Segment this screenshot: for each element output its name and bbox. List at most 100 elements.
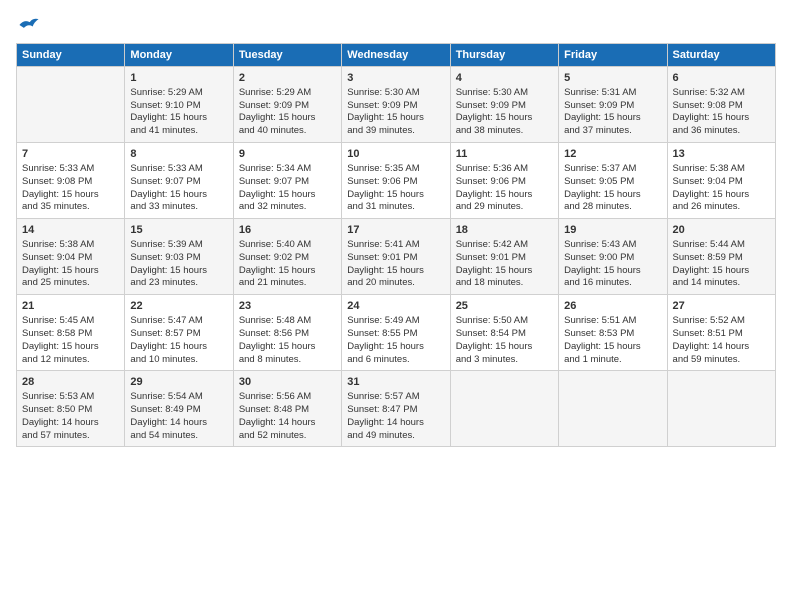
day-info-line: Sunrise: 5:49 AM — [347, 315, 444, 328]
day-number: 5 — [564, 71, 661, 86]
calendar-cell: 29Sunrise: 5:54 AMSunset: 8:49 PMDayligh… — [125, 371, 233, 447]
day-info-line: Sunrise: 5:56 AM — [239, 391, 336, 404]
day-info-line: Sunrise: 5:30 AM — [347, 87, 444, 100]
calendar-cell: 24Sunrise: 5:49 AMSunset: 8:55 PMDayligh… — [342, 295, 450, 371]
calendar-cell: 15Sunrise: 5:39 AMSunset: 9:03 PMDayligh… — [125, 219, 233, 295]
day-info-line: Sunset: 9:04 PM — [22, 252, 119, 265]
day-info-line: Daylight: 14 hours — [239, 417, 336, 430]
day-info-line: Sunrise: 5:36 AM — [456, 163, 553, 176]
day-info-line: and 59 minutes. — [673, 354, 770, 367]
day-number: 14 — [22, 223, 119, 238]
day-info-line: Sunrise: 5:52 AM — [673, 315, 770, 328]
day-info-line: Daylight: 14 hours — [22, 417, 119, 430]
day-info-line: Daylight: 15 hours — [673, 189, 770, 202]
day-number: 20 — [673, 223, 770, 238]
day-info-line: and 28 minutes. — [564, 201, 661, 214]
calendar-cell: 16Sunrise: 5:40 AMSunset: 9:02 PMDayligh… — [233, 219, 341, 295]
day-info-line: Sunrise: 5:32 AM — [673, 87, 770, 100]
day-info-line: Sunrise: 5:38 AM — [673, 163, 770, 176]
day-info-line: and 29 minutes. — [456, 201, 553, 214]
day-info-line: Sunrise: 5:33 AM — [22, 163, 119, 176]
day-info-line: and 41 minutes. — [130, 125, 227, 138]
calendar-week-row: 21Sunrise: 5:45 AMSunset: 8:58 PM Dayligh… — [17, 295, 776, 371]
day-info-line: and 8 minutes. — [239, 354, 336, 367]
day-number: 8 — [130, 147, 227, 162]
day-info-line: Daylight: 15 hours — [347, 265, 444, 278]
day-info-line: and 31 minutes. — [347, 201, 444, 214]
day-info-line: Daylight: 14 hours — [673, 341, 770, 354]
day-number: 4 — [456, 71, 553, 86]
weekday-header: Monday — [125, 44, 233, 67]
day-info-line: and 12 minutes. — [22, 354, 119, 367]
calendar-header-row: SundayMondayTuesdayWednesdayThursdayFrid… — [17, 44, 776, 67]
calendar-cell: 22Sunrise: 5:47 AMSunset: 8:57 PMDayligh… — [125, 295, 233, 371]
day-info-line: Sunset: 8:47 PM — [347, 404, 444, 417]
day-info-line: Sunrise: 5:37 AM — [564, 163, 661, 176]
day-info-line: and 23 minutes. — [130, 277, 227, 290]
day-number: 22 — [130, 299, 227, 314]
day-number: 30 — [239, 375, 336, 390]
day-number: 21 — [22, 299, 119, 314]
day-info-line: Daylight: 15 hours — [564, 189, 661, 202]
day-info-line: Sunrise: 5:45 AM — [22, 315, 119, 328]
day-info-line: Sunset: 9:01 PM — [347, 252, 444, 265]
day-info-line: Sunset: 9:09 PM — [456, 100, 553, 113]
day-info-line: Sunrise: 5:35 AM — [347, 163, 444, 176]
day-info-line: Sunset: 9:09 PM — [564, 100, 661, 113]
day-info-line: and 10 minutes. — [130, 354, 227, 367]
day-info-line: Sunrise: 5:53 AM — [22, 391, 119, 404]
day-info-line: Daylight: 14 hours — [347, 417, 444, 430]
day-number: 25 — [456, 299, 553, 314]
day-number: 24 — [347, 299, 444, 314]
day-info-line: Sunrise: 5:34 AM — [239, 163, 336, 176]
day-info-line: Daylight: 15 hours — [239, 341, 336, 354]
calendar-cell: 6Sunrise: 5:32 AMSunset: 9:08 PMDaylight… — [667, 67, 775, 143]
calendar-body: 1 Sunrise: 5:29 AM Sunset: 9:10 PM Daylight… — [17, 67, 776, 447]
calendar-cell — [559, 371, 667, 447]
day-info-line: Sunset: 8:59 PM — [673, 252, 770, 265]
day-info-line: Daylight: 15 hours — [22, 265, 119, 278]
day-info-line: Sunrise: 5:29 AM — [239, 87, 336, 100]
calendar-cell: 4Sunrise: 5:30 AMSunset: 9:09 PMDaylight… — [450, 67, 558, 143]
calendar-cell: 5Sunrise: 5:31 AMSunset: 9:09 PMDaylight… — [559, 67, 667, 143]
calendar-table: SundayMondayTuesdayWednesdayThursdayFrid… — [16, 43, 776, 447]
day-info-line: Sunrise: 5:33 AM — [130, 163, 227, 176]
weekday-header: Tuesday — [233, 44, 341, 67]
day-info-line: Sunset: 9:09 PM — [239, 100, 336, 113]
calendar-cell: 18Sunrise: 5:42 AMSunset: 9:01 PMDayligh… — [450, 219, 558, 295]
day-info-line: and 18 minutes. — [456, 277, 553, 290]
calendar-week-row: 28Sunrise: 5:53 AMSunset: 8:50 PMDayligh… — [17, 371, 776, 447]
day-number: 1 — [130, 71, 227, 86]
day-info-line: Sunrise: 5:30 AM — [456, 87, 553, 100]
day-info-line: and 37 minutes. — [564, 125, 661, 138]
day-info-line: and 57 minutes. — [22, 430, 119, 443]
day-info-line: and 1 minute. — [564, 354, 661, 367]
day-info-line: Sunset: 8:58 PM — [22, 328, 119, 341]
day-info-line: Sunset: 8:53 PM — [564, 328, 661, 341]
day-info-line: Sunset: 9:07 PM — [130, 176, 227, 189]
calendar-cell: 27Sunrise: 5:52 AMSunset: 8:51 PMDayligh… — [667, 295, 775, 371]
day-info-line: Daylight: 15 hours — [456, 112, 553, 125]
day-info-line: Sunset: 9:08 PM — [22, 176, 119, 189]
page: SundayMondayTuesdayWednesdayThursdayFrid… — [0, 0, 792, 457]
calendar-cell — [667, 371, 775, 447]
calendar-week-row: 1 Sunrise: 5:29 AM Sunset: 9:10 PM Daylight… — [17, 67, 776, 143]
day-info-line: Sunset: 9:10 PM — [130, 100, 227, 113]
day-number: 12 — [564, 147, 661, 162]
day-number: 13 — [673, 147, 770, 162]
day-info-line: Sunrise: 5:50 AM — [456, 315, 553, 328]
day-info-line: Sunset: 8:48 PM — [239, 404, 336, 417]
day-info-line: and 6 minutes. — [347, 354, 444, 367]
day-info-line: Sunrise: 5:51 AM — [564, 315, 661, 328]
day-info-line: and 3 minutes. — [456, 354, 553, 367]
calendar-cell: 31Sunrise: 5:57 AMSunset: 8:47 PMDayligh… — [342, 371, 450, 447]
day-number: 18 — [456, 223, 553, 238]
day-number: 29 — [130, 375, 227, 390]
day-info-line: Sunset: 8:57 PM — [130, 328, 227, 341]
day-info-line: Sunset: 9:06 PM — [347, 176, 444, 189]
day-number: 3 — [347, 71, 444, 86]
day-info-line: and 26 minutes. — [673, 201, 770, 214]
calendar-cell: 14Sunrise: 5:38 AMSunset: 9:04 PMDayligh… — [17, 219, 125, 295]
calendar-cell: 12Sunrise: 5:37 AMSunset: 9:05 PMDayligh… — [559, 143, 667, 219]
day-info-line: Sunrise: 5:43 AM — [564, 239, 661, 252]
